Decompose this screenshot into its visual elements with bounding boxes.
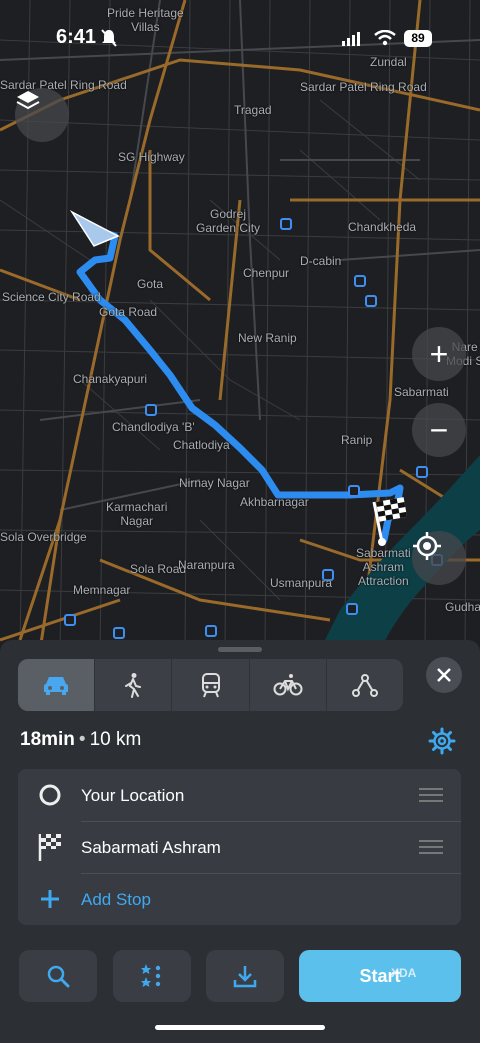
origin-circle-icon (39, 784, 61, 806)
mode-route-button[interactable] (327, 659, 403, 711)
plus-icon (41, 890, 59, 908)
minus-icon: − (429, 411, 449, 448)
status-time: 6:41 (56, 26, 97, 48)
close-route-button[interactable] (426, 657, 462, 693)
stop-origin[interactable]: Your Location (18, 769, 461, 821)
map-place-label: Chandkheda (348, 220, 417, 234)
battery-level: 89 (411, 31, 425, 45)
map-place-label: Usmanpura (270, 576, 333, 590)
zoom-in-button[interactable]: + (412, 327, 466, 381)
map-view[interactable]: Pride Heritage Villas Zundal Sardar Patel … (0, 0, 480, 650)
map-place-label: New Ranip (238, 331, 297, 345)
favorites-button[interactable] (113, 950, 191, 1002)
zoom-out-button[interactable]: − (412, 403, 466, 457)
download-button[interactable] (206, 950, 284, 1002)
close-icon (437, 668, 451, 682)
map-place-label: Sardar Patel Ring Road (300, 80, 427, 94)
route-panel: 18min • 10 km Your Location Sabarmati Ashr… (0, 640, 480, 1043)
car-icon (44, 677, 69, 695)
map-place-label: Sola Overbridge (0, 530, 87, 544)
crosshair-icon (413, 532, 441, 560)
map-place-label: Memnagar (73, 583, 131, 597)
map-place-label: D-cabin (300, 254, 342, 268)
transport-mode-selector (18, 659, 403, 711)
battery-indicator: 89 (404, 30, 432, 47)
map-place-label: Chandlodiya 'B' (112, 420, 195, 434)
add-stop-label: Add Stop (81, 890, 151, 909)
home-indicator[interactable] (155, 1025, 325, 1030)
route-distance: 10 km (89, 729, 142, 750)
map-place-label: Sabarmati (394, 385, 449, 399)
status-bar: 6:41 89 (0, 0, 480, 70)
add-stop-button[interactable]: Add Stop (18, 873, 461, 925)
sheet-drag-handle[interactable] (218, 647, 262, 652)
map-place-label: Gota Road (99, 305, 158, 319)
stop-destination-label: Sabarmati Ashram (81, 838, 221, 857)
search-icon (47, 965, 70, 988)
map-place-label: Chenpur (243, 266, 290, 280)
drag-handle-icon (419, 840, 443, 854)
map-place-label: SG Highway (118, 150, 185, 164)
map-place-label: Science City Road (2, 290, 101, 304)
mode-transit-button[interactable] (172, 659, 250, 711)
plus-icon: + (429, 335, 449, 372)
recenter-button[interactable] (412, 531, 466, 585)
mode-bike-button[interactable] (250, 659, 327, 711)
mode-walk-button[interactable] (95, 659, 173, 711)
map-place-label: Naranpura (178, 558, 235, 572)
bike-icon (273, 674, 303, 696)
map-place-label: Chanakyapuri (73, 372, 148, 386)
mode-car-button[interactable] (18, 659, 96, 711)
map-place-label: Sabarmati Ashram Attraction (356, 546, 411, 588)
route-stops-list: Your Location Sabarmati Ashram Add Stop (18, 769, 461, 925)
download-icon (233, 966, 257, 988)
stop-destination[interactable]: Sabarmati Ashram (18, 821, 461, 873)
map-place-label: Gudha (445, 600, 480, 614)
route-duration: 18min (20, 729, 75, 750)
route-icon (351, 674, 378, 697)
walk-icon (125, 673, 142, 698)
xda-watermark: XDA (391, 966, 417, 980)
map-place-label: Ranip (341, 433, 373, 447)
layers-icon (16, 91, 40, 110)
drag-handle-icon (419, 788, 443, 802)
route-summary: 18min • 10 km (20, 729, 141, 751)
summary-separator: • (78, 729, 86, 750)
map-place-label: Akhbarnagar (240, 495, 309, 509)
stop-origin-label: Your Location (81, 786, 185, 805)
map-place-label: Gota (137, 277, 164, 291)
checkered-flag-icon (38, 834, 61, 861)
map-place-label: Nirnay Nagar (179, 476, 250, 490)
sparkle-stars-icon (141, 964, 161, 987)
map-place-label: Godrej Garden City (196, 207, 261, 235)
map-place-label: Karmachari Nagar (106, 500, 168, 528)
search-button[interactable] (19, 950, 97, 1002)
map-layers-button[interactable] (15, 88, 69, 142)
map-place-label: Chatlodiya (173, 438, 230, 452)
transit-icon (201, 673, 220, 698)
start-navigation-button[interactable]: Start XDA (299, 950, 461, 1002)
map-place-label: Tragad (234, 103, 272, 117)
route-settings-button[interactable] (428, 727, 456, 760)
gear-icon (428, 727, 456, 755)
